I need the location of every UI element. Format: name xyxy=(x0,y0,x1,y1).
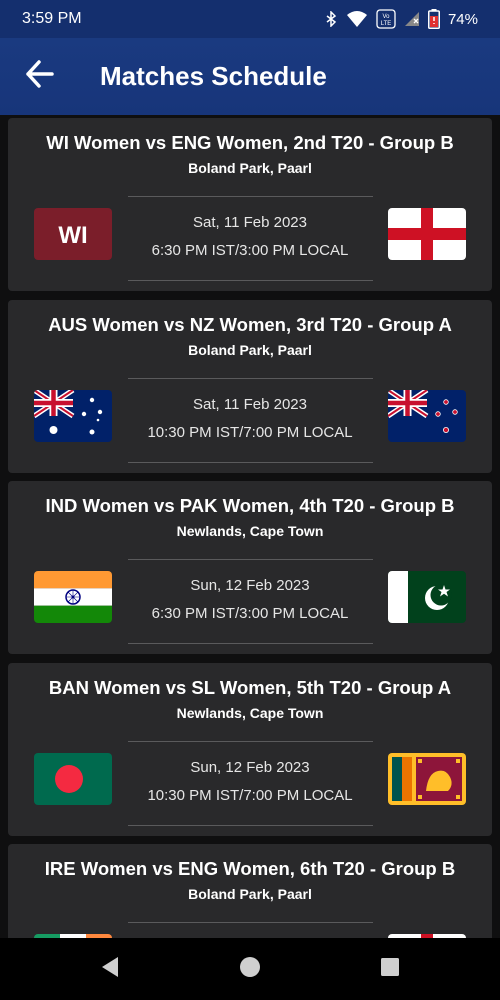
sync-icon xyxy=(324,11,338,27)
triangle-back-icon xyxy=(100,956,120,983)
nav-recents-button[interactable] xyxy=(370,949,410,989)
nav-home-button[interactable] xyxy=(230,949,270,989)
matches-list[interactable]: WI Women vs ENG Women, 2nd T20 - Group B… xyxy=(0,115,500,938)
system-nav-bar xyxy=(0,938,500,1000)
match-title: WI Women vs ENG Women, 2nd T20 - Group B xyxy=(46,132,454,153)
app-bar: Matches Schedule xyxy=(0,38,500,115)
divider xyxy=(128,559,373,560)
divider xyxy=(128,462,373,463)
divider xyxy=(128,741,373,742)
divider xyxy=(128,825,373,826)
match-venue: Newlands, Cape Town xyxy=(176,523,324,539)
circle-home-icon xyxy=(239,956,261,983)
status-bar: 3:59 PM Vo LTE 74% xyxy=(0,0,500,38)
square-recents-icon xyxy=(380,957,400,982)
match-card[interactable]: IRE Women vs ENG Women, 6th T20 - Group … xyxy=(8,844,492,938)
page-title: Matches Schedule xyxy=(100,61,327,91)
nav-back-button[interactable] xyxy=(90,949,130,989)
match-card[interactable]: IND Women vs PAK Women, 4th T20 - Group … xyxy=(8,481,492,654)
battery-percent: 74% xyxy=(447,10,478,28)
signal-icon xyxy=(404,11,420,27)
arrow-back-icon xyxy=(25,60,55,93)
back-button[interactable] xyxy=(10,47,70,107)
svg-text:Vo: Vo xyxy=(382,14,390,20)
england-flag-icon xyxy=(388,208,466,260)
volte-icon: Vo LTE xyxy=(376,9,396,29)
match-venue: Boland Park, Paarl xyxy=(188,342,312,358)
match-title: BAN Women vs SL Women, 5th T20 - Group A xyxy=(48,677,452,698)
battery-icon xyxy=(427,9,440,29)
match-card[interactable]: WI Women vs ENG Women, 2nd T20 - Group B… xyxy=(8,118,492,291)
match-title: IND Women vs PAK Women, 4th T20 - Group … xyxy=(45,495,455,516)
divider xyxy=(128,922,373,923)
divider xyxy=(128,378,373,379)
pakistan-flag-icon xyxy=(388,571,466,623)
wifi-icon xyxy=(346,10,368,28)
divider xyxy=(128,280,373,281)
match-venue: Boland Park, Paarl xyxy=(188,886,312,902)
divider xyxy=(128,643,373,644)
match-venue: Boland Park, Paarl xyxy=(188,160,312,176)
match-title: AUS Women vs NZ Women, 3rd T20 - Group A xyxy=(48,314,452,335)
match-venue: Newlands, Cape Town xyxy=(176,705,324,721)
sri-lanka-flag-icon xyxy=(388,753,466,805)
match-title: IRE Women vs ENG Women, 6th T20 - Group … xyxy=(44,858,456,879)
status-icons: Vo LTE 74% xyxy=(324,9,478,29)
status-time: 3:59 PM xyxy=(22,10,82,27)
svg-text:LTE: LTE xyxy=(381,21,392,27)
new-zealand-flag-icon xyxy=(388,390,466,442)
divider xyxy=(128,196,373,197)
match-card[interactable]: AUS Women vs NZ Women, 3rd T20 - Group A… xyxy=(8,300,492,473)
match-card[interactable]: BAN Women vs SL Women, 5th T20 - Group A… xyxy=(8,663,492,836)
